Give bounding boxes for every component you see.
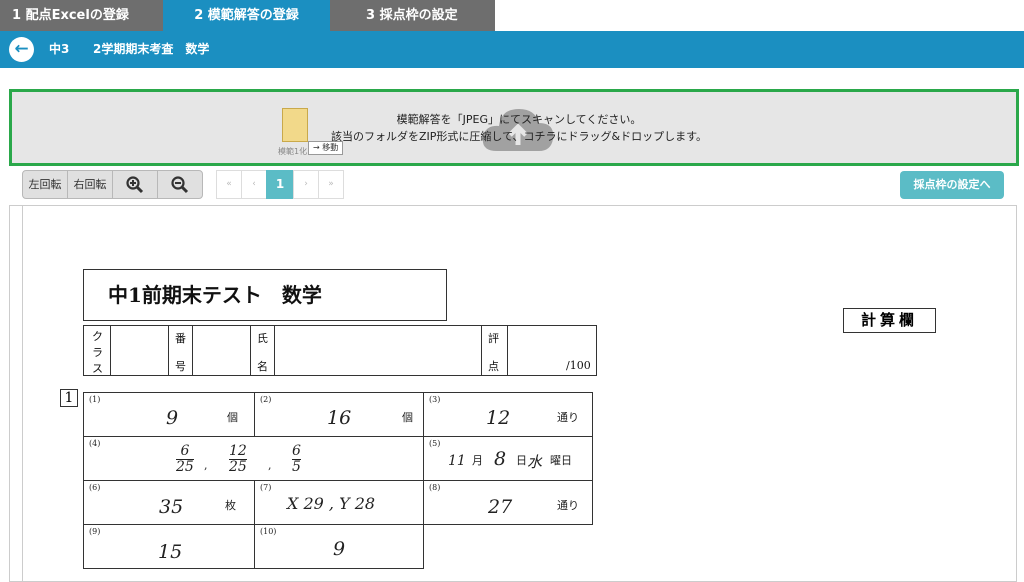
fraction-denominator: 5	[292, 459, 301, 475]
score-label-cell: 評 点	[482, 326, 508, 375]
answer-cell-10: (10) 9	[254, 524, 424, 569]
class-char: ラ	[92, 346, 103, 359]
fraction-2: 12 25	[229, 443, 247, 475]
answer-value: 16	[327, 407, 352, 429]
answer-unit: 個	[227, 411, 238, 424]
page-first-button[interactable]: «	[216, 170, 242, 199]
answer-cell-8: (8) 27 通り	[423, 480, 593, 525]
answer-sheet-preview: 中1前期末テスト 数学 計算欄 ク ラ ス 番 号 氏 名 評 点 /100 1…	[9, 205, 1017, 582]
sheet-title: 中1前期末テスト 数学	[83, 269, 447, 321]
page-current[interactable]: 1	[266, 170, 294, 199]
dragged-file-caption: 模範1化	[278, 147, 308, 156]
answer-value: 27	[488, 496, 513, 518]
student-info-table: ク ラ ス 番 号 氏 名 評 点 /100	[83, 325, 597, 376]
upload-dropzone[interactable]: 模範1化 → 移動 模範解答を「JPEG」にてスキャンしてください。 該当のフォ…	[9, 89, 1019, 166]
fraction-separator: ,	[268, 459, 272, 472]
answer-value: 9	[333, 538, 346, 560]
answer-number: (1)	[89, 395, 101, 404]
fraction-3: 6 5	[292, 443, 301, 475]
fraction-denominator: 25	[176, 459, 194, 475]
score-char: 点	[488, 360, 499, 373]
tab-excel-registration[interactable]: 1 配点Excelの登録	[0, 0, 163, 31]
tab-scoring-frame-settings[interactable]: 3 採点枠の設定	[330, 0, 495, 31]
page-prev-button[interactable]: ‹	[241, 170, 267, 199]
question-number: 1	[60, 389, 78, 407]
name-label-cell: 氏 名	[251, 326, 275, 375]
rotate-right-button[interactable]: 右回転	[67, 170, 113, 199]
dropzone-instruction-2: 該当のフォルダをZIP形式に圧縮して、コチラにドラッグ&ドロップします。	[330, 130, 707, 143]
tab-model-answer-registration[interactable]: 2 模範解答の登録	[163, 0, 330, 31]
step-tabs: 1 配点Excelの登録 2 模範解答の登録 3 採点枠の設定	[0, 0, 1024, 31]
zoom-out-icon	[171, 176, 189, 194]
calc-area-label: 計算欄	[843, 308, 936, 333]
answer-number: (10)	[260, 527, 277, 536]
number-value-cell	[193, 326, 251, 375]
score-char: 評	[488, 332, 499, 345]
answer-cell-1: (1) 9 個	[83, 392, 255, 437]
fraction-separator: ,	[204, 459, 208, 472]
arrow-left-icon[interactable]: ←	[9, 37, 34, 62]
zoom-in-button[interactable]	[112, 170, 158, 199]
exam-name: 2学期期末考査 数学	[93, 42, 210, 56]
answer-unit: 通り	[557, 411, 579, 424]
number-label-cell: 番 号	[169, 326, 193, 375]
answer-unit: 枚	[225, 499, 236, 512]
page-next-button[interactable]: ›	[293, 170, 319, 199]
class-label-cell: ク ラ ス	[84, 326, 111, 375]
answer-cell-6: (6) 35 枚	[83, 480, 255, 525]
answer-unit: 通り	[557, 499, 579, 512]
class-value-cell	[111, 326, 169, 375]
name-char: 名	[257, 360, 268, 373]
answer-value: 15	[158, 541, 183, 563]
answer-number: (7)	[260, 483, 272, 492]
answer-day: 8	[494, 448, 507, 470]
rotate-left-button[interactable]: 左回転	[22, 170, 68, 199]
zoom-out-button[interactable]	[157, 170, 203, 199]
answer-weekday: 水	[527, 453, 543, 471]
answer-value: 9	[166, 407, 179, 429]
fraction-1: 6 25	[176, 443, 194, 475]
fraction-numerator: 6	[292, 443, 301, 459]
name-char: 氏	[257, 332, 268, 345]
go-to-scoring-frame-button[interactable]: 採点枠の設定へ	[900, 171, 1004, 199]
answer-month: 11	[448, 453, 466, 469]
month-unit: 月	[472, 454, 483, 467]
answer-number: (8)	[429, 483, 441, 492]
class-name: 中3	[49, 42, 70, 56]
answer-unit: 個	[402, 411, 413, 424]
answer-number: (5)	[429, 439, 441, 448]
answer-cell-3: (3) 12 通り	[423, 392, 593, 437]
answer-value: 12	[486, 407, 511, 429]
fraction-numerator: 6	[180, 443, 190, 459]
answer-number: (2)	[260, 395, 272, 404]
number-char: 号	[175, 360, 186, 373]
fraction-numerator: 12	[229, 443, 247, 459]
answer-value: 35	[159, 496, 184, 518]
answer-cell-4: (4) 6 25 , 12 25 , 6 5	[83, 436, 424, 481]
page-last-button[interactable]: »	[318, 170, 344, 199]
answer-number: (3)	[429, 395, 441, 404]
sheet-margin-line	[22, 206, 23, 581]
answer-number: (6)	[89, 483, 101, 492]
weekday-unit: 曜日	[550, 454, 572, 467]
answer-cell-5: (5) 11 月 8 日 水 曜日	[423, 436, 593, 481]
number-char: 番	[175, 332, 186, 345]
name-value-cell	[275, 326, 482, 375]
page-header: ← 中3 2学期期末考査 数学	[0, 31, 1024, 68]
answer-number: (9)	[89, 527, 101, 536]
fraction-denominator: 25	[229, 459, 247, 475]
score-total: /100	[566, 359, 591, 372]
class-char: ク	[92, 330, 103, 343]
class-char: ス	[92, 362, 103, 375]
answer-cell-9: (9) 15	[83, 524, 255, 569]
zoom-in-icon	[126, 176, 144, 194]
answer-cell-7: (7) X 29 , Y 28	[254, 480, 424, 525]
answer-number: (4)	[89, 439, 101, 448]
answer-value: X 29 , Y 28	[287, 494, 376, 513]
dropzone-instruction-1: 模範解答を「JPEG」にてスキャンしてください。	[396, 113, 642, 126]
answer-cell-2: (2) 16 個	[254, 392, 424, 437]
day-unit: 日	[516, 454, 527, 467]
